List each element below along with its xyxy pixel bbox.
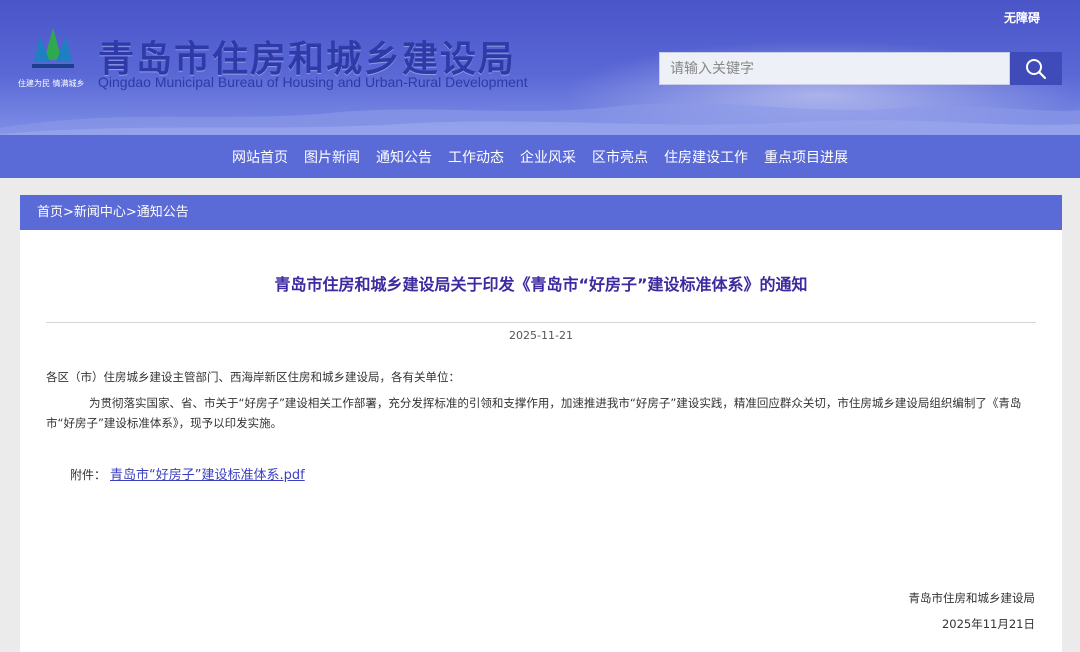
banner-skyline-decoration <box>0 103 1080 135</box>
article-body: 为贯彻落实国家、省、市关于“好房子”建设相关工作部署，充分发挥标准的引领和支撑作… <box>46 396 1022 430</box>
nav-item-key-projects[interactable]: 重点项目进展 <box>764 147 848 167</box>
article-salutation: 各区（市）住房城乡建设主管部门、西海岸新区住房和城乡建设局，各有关单位： <box>46 370 460 384</box>
logo-slogan: 住建为民 情满城乡 <box>18 79 85 88</box>
attachment-row: 附件： 青岛市“好房子”建设标准体系.pdf <box>70 464 305 483</box>
search-input[interactable] <box>659 52 1010 85</box>
attachment-link[interactable]: 青岛市“好房子”建设标准体系.pdf <box>110 468 305 483</box>
bureau-logo-icon <box>32 28 74 68</box>
search-icon <box>1026 58 1047 79</box>
publish-date: 2025-11-21 <box>509 329 573 342</box>
nav-item-photo-news[interactable]: 图片新闻 <box>304 147 360 167</box>
signature-organization: 青岛市住房和城乡建设局 <box>908 591 1036 605</box>
nav-item-work-updates[interactable]: 工作动态 <box>448 147 504 167</box>
site-subtitle: Qingdao Municipal Bureau of Housing and … <box>98 74 528 90</box>
signature-date: 2025年11月21日 <box>941 617 1035 631</box>
header-banner: 住建为民 情满城乡 青岛市住房和城乡建设局 Qingdao Municipal … <box>0 0 1080 135</box>
article-title: 青岛市住房和城乡建设局关于印发《青岛市“好房子”建设标准体系》的通知 <box>274 275 808 294</box>
title-divider <box>46 322 1036 323</box>
article-panel: 青岛市住房和城乡建设局关于印发《青岛市“好房子”建设标准体系》的通知 2025-… <box>20 230 1062 652</box>
nav-item-enterprises[interactable]: 企业风采 <box>520 147 576 167</box>
breadcrumb-text[interactable]: 首页>新闻中心>通知公告 <box>37 205 189 220</box>
main-nav: 网站首页 图片新闻 通知公告 工作动态 企业风采 区市亮点 住房建设工作 重点项… <box>0 135 1080 178</box>
nav-item-notices[interactable]: 通知公告 <box>376 147 432 167</box>
nav-item-housing-work[interactable]: 住房建设工作 <box>664 147 748 167</box>
accessibility-link[interactable]: 无障碍 <box>1004 9 1040 26</box>
nav-item-district-highlights[interactable]: 区市亮点 <box>592 147 648 167</box>
nav-item-home[interactable]: 网站首页 <box>232 147 288 167</box>
attachment-label: 附件： <box>70 468 107 482</box>
breadcrumb: 首页>新闻中心>通知公告 <box>20 195 1062 230</box>
search-button[interactable] <box>1010 52 1062 85</box>
